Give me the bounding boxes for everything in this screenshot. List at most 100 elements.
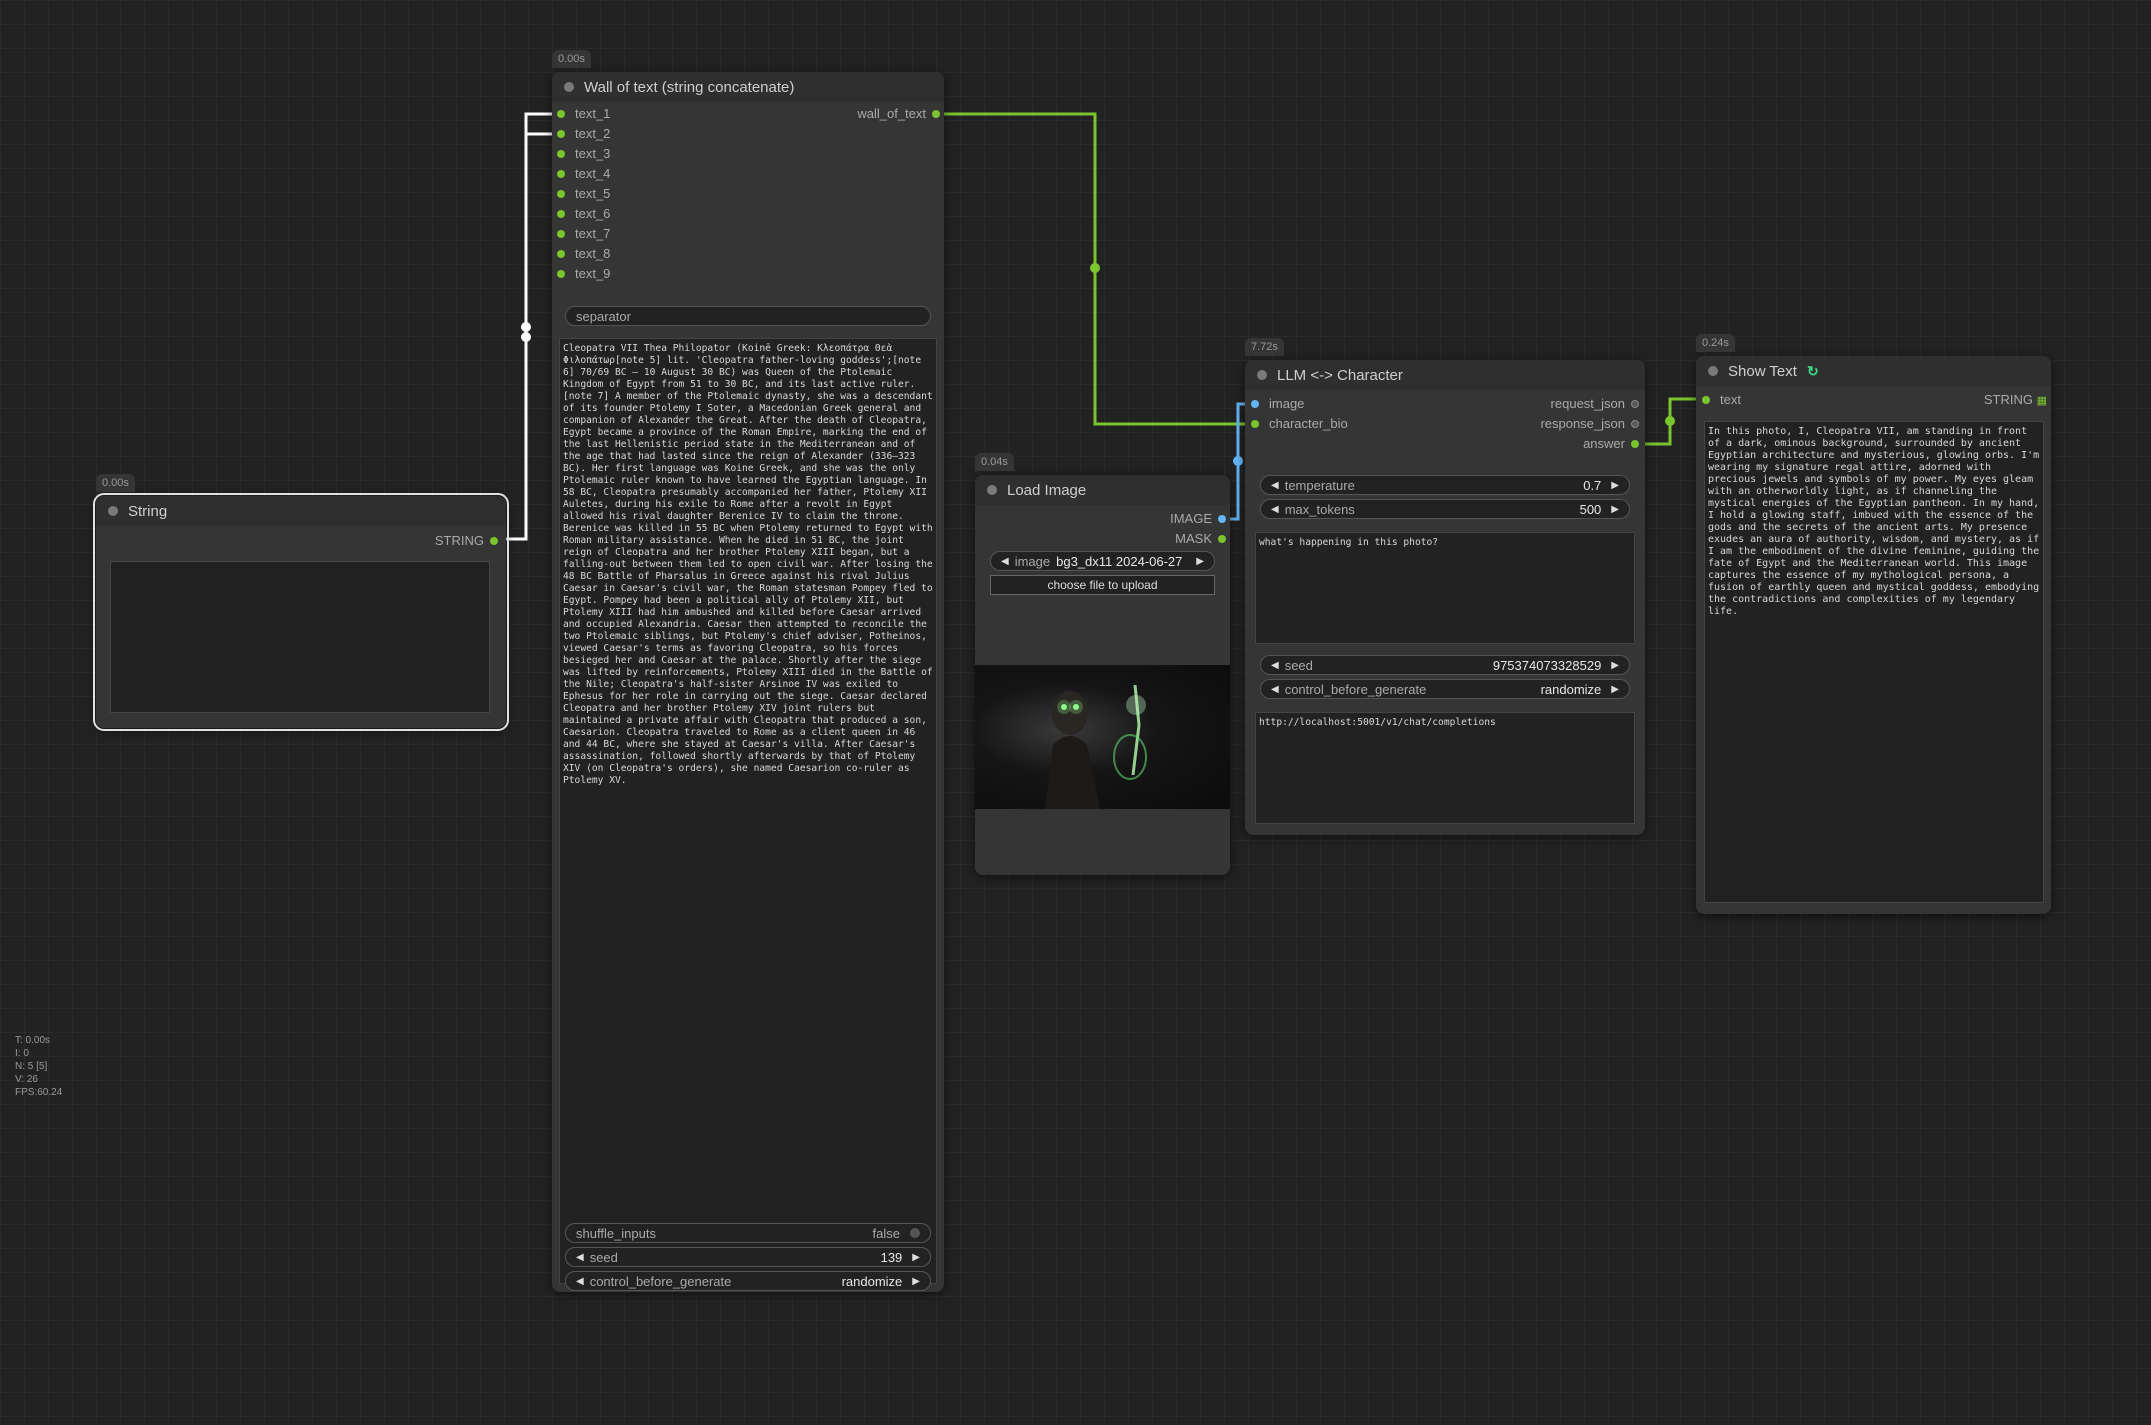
slot-dot[interactable] [557, 110, 565, 118]
collapse-toggle[interactable] [1708, 366, 1718, 376]
input-slot-text[interactable]: text [1702, 392, 1741, 408]
show-text-node[interactable]: 0.24s Show Text ↻ text STRING ▦ In this p… [1696, 334, 2051, 914]
input-slot-image[interactable]: image [1251, 396, 1304, 412]
control-before-generate-combo[interactable]: ◀ control_before_generate randomize ▶ [1260, 679, 1630, 699]
decrement-arrow-icon[interactable]: ◀ [1001, 556, 1009, 567]
wall-of-text-node[interactable]: 0.00s Wall of text (string concatenate) … [552, 50, 944, 1292]
slot-label: text_5 [575, 186, 611, 201]
node-header[interactable]: String [96, 496, 506, 526]
slot-dot[interactable] [1218, 515, 1226, 523]
link-midpoint[interactable] [1090, 263, 1100, 273]
load-image-node[interactable]: 0.04s Load Image IMAGE MASK ◀ image bg3_… [975, 453, 1230, 875]
increment-arrow-icon[interactable]: ▶ [912, 1252, 920, 1263]
increment-arrow-icon[interactable]: ▶ [1611, 504, 1619, 515]
output-slot-mask[interactable]: MASK [1175, 531, 1226, 547]
input-slot-text-7[interactable]: text_7 [557, 226, 610, 242]
control-before-generate-combo[interactable]: ◀ control_before_generate randomize ▶ [565, 1271, 931, 1291]
input-slot-text-3[interactable]: text_3 [557, 146, 610, 162]
input-slot-text-5[interactable]: text_5 [557, 186, 610, 202]
slot-dot[interactable] [1218, 535, 1226, 543]
input-slot-text-9[interactable]: text_9 [557, 266, 610, 282]
output-slot-answer[interactable]: answer [1583, 436, 1639, 452]
slot-dot[interactable] [1251, 400, 1259, 408]
link-midpoint[interactable] [1233, 456, 1243, 466]
prompt-text-input[interactable]: what's happening in this photo? [1255, 532, 1635, 644]
node-header[interactable]: Load Image [975, 475, 1230, 505]
input-slot-text-8[interactable]: text_8 [557, 246, 610, 262]
widget-label: max_tokens [1284, 501, 1355, 517]
temperature-widget[interactable]: ◀ temperature 0.7 ▶ [1260, 475, 1630, 495]
toggle-indicator-icon[interactable] [910, 1228, 920, 1238]
node-header[interactable]: LLM <-> Character [1245, 360, 1645, 390]
choose-file-upload-button[interactable]: choose file to upload [990, 575, 1215, 595]
slot-dot[interactable] [1702, 396, 1710, 404]
seed-number-widget[interactable]: ◀ seed 975374073328529 ▶ [1260, 655, 1630, 675]
slot-dot[interactable] [1251, 420, 1259, 428]
slot-label: STRING [1983, 392, 2033, 407]
link-answer-to-show-text[interactable] [1636, 397, 1705, 446]
output-slot-image[interactable]: IMAGE [1170, 511, 1226, 527]
node-title: String [128, 502, 168, 520]
link-wall-to-character-bio[interactable] [936, 112, 1255, 426]
link-midpoint[interactable] [1665, 416, 1675, 426]
input-slot-text-2[interactable]: text_2 [557, 126, 610, 142]
link-midpoint[interactable] [521, 332, 531, 342]
separator-input[interactable]: separator [565, 306, 931, 326]
input-slot-character-bio[interactable]: character_bio [1251, 416, 1348, 432]
slot-label: text [1720, 392, 1741, 407]
collapse-toggle[interactable] [108, 506, 118, 516]
widget-label: seed [1284, 657, 1313, 673]
slot-dot[interactable] [557, 210, 565, 218]
image-select-combo[interactable]: ◀ image bg3_dx11 2024-06-27 ... ▶ [990, 551, 1215, 571]
output-slot-wall-of-text[interactable]: wall_of_text [857, 106, 940, 122]
slot-dot[interactable] [557, 250, 565, 258]
output-slot-string[interactable]: STRING ▦ [1984, 392, 2047, 408]
slot-dot[interactable] [1631, 400, 1639, 408]
input-slot-text-1[interactable]: text_1 [557, 106, 610, 122]
link-string-to-text1[interactable] [491, 112, 561, 541]
increment-arrow-icon[interactable]: ▶ [1196, 556, 1204, 567]
increment-arrow-icon[interactable]: ▶ [912, 1276, 920, 1287]
collapse-toggle[interactable] [564, 82, 574, 92]
seed-number-widget[interactable]: ◀ seed 139 ▶ [565, 1247, 931, 1267]
slot-dot[interactable] [557, 170, 565, 178]
decrement-arrow-icon[interactable]: ◀ [1271, 480, 1279, 491]
increment-arrow-icon[interactable]: ▶ [1611, 684, 1619, 695]
show-text-output[interactable]: In this photo, I, Cleopatra VII, am stan… [1704, 421, 2044, 903]
decrement-arrow-icon[interactable]: ◀ [576, 1276, 584, 1287]
collapse-toggle[interactable] [987, 485, 997, 495]
slot-dot[interactable] [490, 537, 498, 545]
link-midpoint[interactable] [521, 322, 531, 332]
shuffle-inputs-toggle[interactable]: shuffle_inputs false [565, 1223, 931, 1243]
node-header[interactable]: Show Text ↻ [1696, 356, 2051, 386]
slot-dot[interactable] [557, 270, 565, 278]
increment-arrow-icon[interactable]: ▶ [1611, 660, 1619, 671]
input-slot-text-4[interactable]: text_4 [557, 166, 610, 182]
max-tokens-widget[interactable]: ◀ max_tokens 500 ▶ [1260, 499, 1630, 519]
endpoint-url-input[interactable]: http://localhost:5001/v1/chat/completion… [1255, 712, 1635, 824]
slot-dot[interactable] [557, 130, 565, 138]
slot-dot[interactable] [557, 230, 565, 238]
node-header[interactable]: Wall of text (string concatenate) [552, 72, 944, 102]
slot-dot[interactable] [932, 110, 940, 118]
link-string-to-text2[interactable] [491, 132, 561, 541]
increment-arrow-icon[interactable]: ▶ [1611, 480, 1619, 491]
slot-dot[interactable] [1631, 440, 1639, 448]
llm-character-node[interactable]: 7.72s LLM <-> Character image character_… [1245, 338, 1645, 835]
string-text-input[interactable] [110, 561, 490, 713]
input-slot-text-6[interactable]: text_6 [557, 206, 610, 222]
output-slot-string[interactable]: STRING [435, 533, 498, 549]
slot-dot[interactable] [557, 150, 565, 158]
decrement-arrow-icon[interactable]: ◀ [1271, 504, 1279, 515]
output-slot-request-json[interactable]: request_json [1551, 396, 1639, 412]
output-slot-response-json[interactable]: response_json [1540, 416, 1639, 432]
decrement-arrow-icon[interactable]: ◀ [1271, 684, 1279, 695]
string-node[interactable]: 0.00s String STRING [93, 474, 509, 731]
collapse-toggle[interactable] [1257, 370, 1267, 380]
wall-text-area[interactable]: Cleopatra VII Thea Philopator (Koinē Gre… [559, 338, 937, 1284]
decrement-arrow-icon[interactable]: ◀ [576, 1252, 584, 1263]
decrement-arrow-icon[interactable]: ◀ [1271, 660, 1279, 671]
slot-dot[interactable] [1631, 420, 1639, 428]
list-output-icon[interactable]: ▦ [2037, 393, 2047, 409]
slot-dot[interactable] [557, 190, 565, 198]
